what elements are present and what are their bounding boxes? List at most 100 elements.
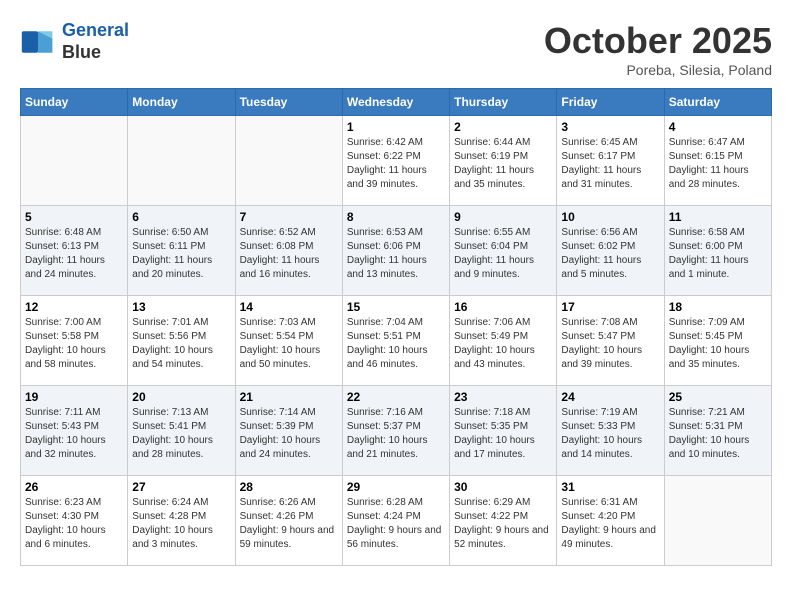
page-header: General Blue October 2025 Poreba, Silesi… [20, 20, 772, 78]
day-cell: 13Sunrise: 7:01 AM Sunset: 5:56 PM Dayli… [128, 296, 235, 386]
day-number: 13 [132, 300, 230, 314]
week-row-4: 19Sunrise: 7:11 AM Sunset: 5:43 PM Dayli… [21, 386, 772, 476]
day-number: 27 [132, 480, 230, 494]
logo-icon [20, 24, 56, 60]
day-number: 26 [25, 480, 123, 494]
day-number: 10 [561, 210, 659, 224]
day-cell: 15 Sunrise: 7:04 AM Sunset: 5:51 PM Dayli… [342, 296, 449, 386]
day-cell: 21Sunrise: 7:14 AM Sunset: 5:39 PM Dayli… [235, 386, 342, 476]
day-info: Sunrise: 7:04 AM Sunset: 5:51 PM Dayligh… [347, 316, 445, 372]
col-header-sunday: Sunday [21, 89, 128, 116]
col-header-thursday: Thursday [450, 89, 557, 116]
day-number: 25 [669, 390, 767, 404]
day-cell: 23 Sunrise: 7:18 AM Sunset: 5:35 PM Dayli… [450, 386, 557, 476]
day-info: Sunrise: 6:48 AM Sunset: 6:13 PM Dayligh… [25, 226, 123, 282]
col-header-monday: Monday [128, 89, 235, 116]
col-header-friday: Friday [557, 89, 664, 116]
day-cell [128, 116, 235, 206]
day-info: Sunrise: 6:42 AM Sunset: 6:22 PM Dayligh… [347, 136, 445, 192]
day-cell: 17 Sunrise: 7:08 AM Sunset: 5:47 PM Dayli… [557, 296, 664, 386]
day-number: 29 [347, 480, 445, 494]
day-cell: 26 Sunrise: 6:23 AM Sunset: 4:30 PM Dayli… [21, 476, 128, 566]
day-cell: 6 Sunrise: 6:50 AM Sunset: 6:11 PM Daylig… [128, 206, 235, 296]
day-number: 6 [132, 210, 230, 224]
day-cell [21, 116, 128, 206]
logo-text: General Blue [62, 20, 129, 63]
day-cell: 10 Sunrise: 6:56 AM Sunset: 6:02 PM Dayli… [557, 206, 664, 296]
day-cell [235, 116, 342, 206]
day-info: Sunrise: 6:47 AM Sunset: 6:15 PM Dayligh… [669, 136, 767, 192]
day-cell: 11 Sunrise: 6:58 AM Sunset: 6:00 PM Dayli… [664, 206, 771, 296]
day-number: 1 [347, 120, 445, 134]
week-row-1: 1 Sunrise: 6:42 AM Sunset: 6:22 PM Daylig… [21, 116, 772, 206]
day-info: Sunrise: 6:26 AM Sunset: 4:26 PM Dayligh… [240, 496, 338, 552]
day-number: 7 [240, 210, 338, 224]
logo-line2: Blue [62, 42, 129, 64]
week-row-2: 5Sunrise: 6:48 AM Sunset: 6:13 PM Daylig… [21, 206, 772, 296]
day-info: Sunrise: 6:28 AM Sunset: 4:24 PM Dayligh… [347, 496, 445, 552]
day-cell [664, 476, 771, 566]
day-info: Sunrise: 6:55 AM Sunset: 6:04 PM Dayligh… [454, 226, 552, 282]
col-header-saturday: Saturday [664, 89, 771, 116]
day-number: 14 [240, 300, 338, 314]
day-number: 8 [347, 210, 445, 224]
col-header-wednesday: Wednesday [342, 89, 449, 116]
day-number: 17 [561, 300, 659, 314]
day-cell: 2Sunrise: 6:44 AM Sunset: 6:19 PM Daylig… [450, 116, 557, 206]
week-row-3: 12 Sunrise: 7:00 AM Sunset: 5:58 PM Dayli… [21, 296, 772, 386]
month-title: October 2025 [544, 20, 772, 62]
day-info: Sunrise: 7:21 AM Sunset: 5:31 PM Dayligh… [669, 406, 767, 462]
day-number: 4 [669, 120, 767, 134]
day-info: Sunrise: 6:58 AM Sunset: 6:00 PM Dayligh… [669, 226, 767, 282]
day-info: Sunrise: 7:03 AM Sunset: 5:54 PM Dayligh… [240, 316, 338, 372]
day-info: Sunrise: 7:06 AM Sunset: 5:49 PM Dayligh… [454, 316, 552, 372]
day-info: Sunrise: 7:16 AM Sunset: 5:37 PM Dayligh… [347, 406, 445, 462]
day-info: Sunrise: 6:31 AM Sunset: 4:20 PM Dayligh… [561, 496, 659, 552]
day-cell: 31 Sunrise: 6:31 AM Sunset: 4:20 PM Dayli… [557, 476, 664, 566]
day-cell: 16 Sunrise: 7:06 AM Sunset: 5:49 PM Dayli… [450, 296, 557, 386]
day-cell: 24Sunrise: 7:19 AM Sunset: 5:33 PM Dayli… [557, 386, 664, 476]
day-number: 22 [347, 390, 445, 404]
location-subtitle: Poreba, Silesia, Poland [544, 62, 772, 78]
day-info: Sunrise: 7:13 AM Sunset: 5:41 PM Dayligh… [132, 406, 230, 462]
day-cell: 30Sunrise: 6:29 AM Sunset: 4:22 PM Dayli… [450, 476, 557, 566]
day-cell: 7Sunrise: 6:52 AM Sunset: 6:08 PM Daylig… [235, 206, 342, 296]
day-number: 31 [561, 480, 659, 494]
day-info: Sunrise: 7:00 AM Sunset: 5:58 PM Dayligh… [25, 316, 123, 372]
day-cell: 19Sunrise: 7:11 AM Sunset: 5:43 PM Dayli… [21, 386, 128, 476]
day-info: Sunrise: 7:09 AM Sunset: 5:45 PM Dayligh… [669, 316, 767, 372]
day-number: 15 [347, 300, 445, 314]
day-info: Sunrise: 6:53 AM Sunset: 6:06 PM Dayligh… [347, 226, 445, 282]
day-info: Sunrise: 6:50 AM Sunset: 6:11 PM Dayligh… [132, 226, 230, 282]
day-number: 28 [240, 480, 338, 494]
day-number: 18 [669, 300, 767, 314]
day-number: 21 [240, 390, 338, 404]
day-number: 16 [454, 300, 552, 314]
day-number: 19 [25, 390, 123, 404]
day-number: 12 [25, 300, 123, 314]
logo-line1: General [62, 20, 129, 40]
col-header-tuesday: Tuesday [235, 89, 342, 116]
logo: General Blue [20, 20, 129, 63]
day-cell: 14 Sunrise: 7:03 AM Sunset: 5:54 PM Dayli… [235, 296, 342, 386]
day-number: 30 [454, 480, 552, 494]
day-info: Sunrise: 7:19 AM Sunset: 5:33 PM Dayligh… [561, 406, 659, 462]
day-cell: 29 Sunrise: 6:28 AM Sunset: 4:24 PM Dayli… [342, 476, 449, 566]
title-block: October 2025 Poreba, Silesia, Poland [544, 20, 772, 78]
day-cell: 12 Sunrise: 7:00 AM Sunset: 5:58 PM Dayli… [21, 296, 128, 386]
day-info: Sunrise: 6:23 AM Sunset: 4:30 PM Dayligh… [25, 496, 123, 552]
day-cell: 20 Sunrise: 7:13 AM Sunset: 5:41 PM Dayli… [128, 386, 235, 476]
day-info: Sunrise: 7:18 AM Sunset: 5:35 PM Dayligh… [454, 406, 552, 462]
day-number: 23 [454, 390, 552, 404]
day-cell: 9Sunrise: 6:55 AM Sunset: 6:04 PM Daylig… [450, 206, 557, 296]
day-info: Sunrise: 6:56 AM Sunset: 6:02 PM Dayligh… [561, 226, 659, 282]
day-number: 11 [669, 210, 767, 224]
day-number: 20 [132, 390, 230, 404]
day-cell: 5Sunrise: 6:48 AM Sunset: 6:13 PM Daylig… [21, 206, 128, 296]
day-info: Sunrise: 6:45 AM Sunset: 6:17 PM Dayligh… [561, 136, 659, 192]
week-row-5: 26 Sunrise: 6:23 AM Sunset: 4:30 PM Dayli… [21, 476, 772, 566]
day-cell: 22 Sunrise: 7:16 AM Sunset: 5:37 PM Dayli… [342, 386, 449, 476]
day-info: Sunrise: 7:08 AM Sunset: 5:47 PM Dayligh… [561, 316, 659, 372]
day-info: Sunrise: 6:24 AM Sunset: 4:28 PM Dayligh… [132, 496, 230, 552]
day-cell: 1 Sunrise: 6:42 AM Sunset: 6:22 PM Daylig… [342, 116, 449, 206]
